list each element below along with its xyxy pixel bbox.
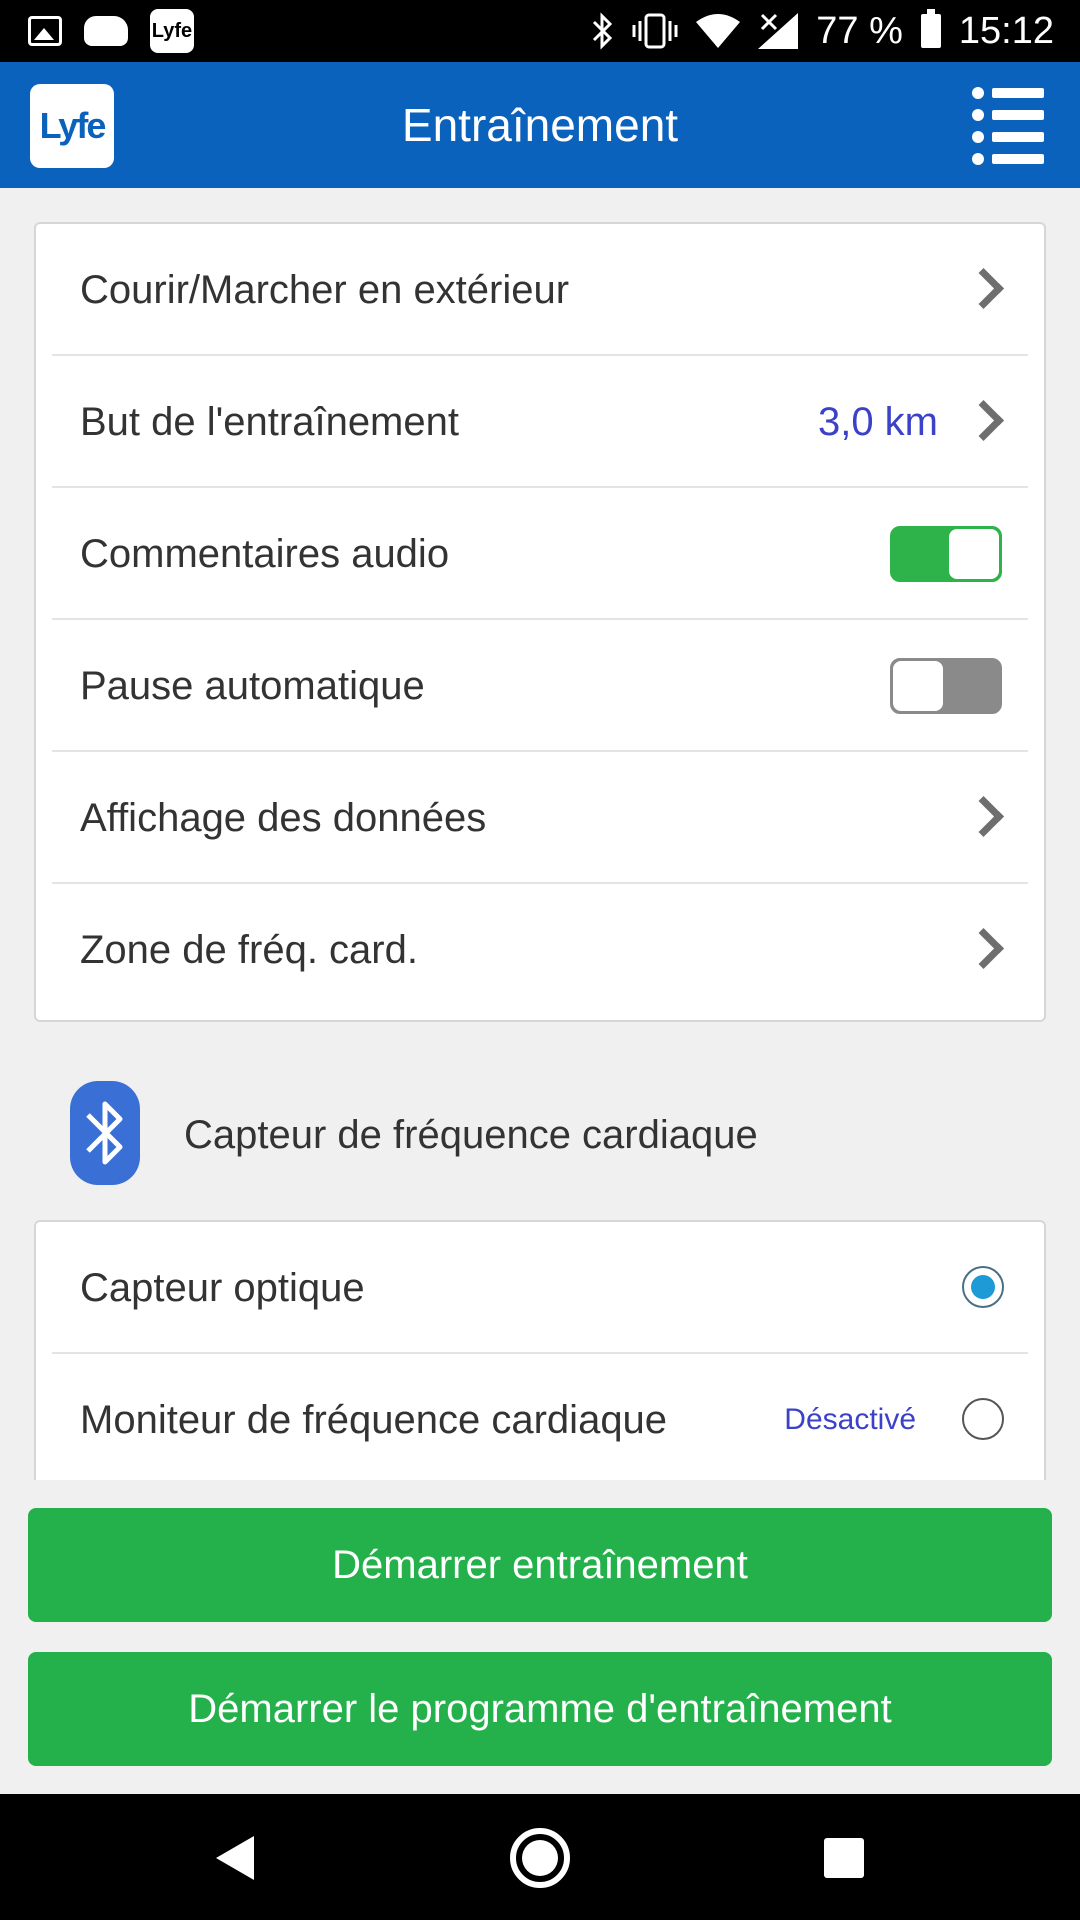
menu-button[interactable] xyxy=(972,86,1044,165)
chevron-right-icon xyxy=(962,399,1005,442)
hr-sensor-section-header: Capteur de fréquence cardiaque xyxy=(0,1075,1080,1185)
setting-data-display[interactable]: Affichage des données xyxy=(52,752,1028,884)
bluetooth-icon xyxy=(70,1081,140,1185)
workout-settings-card: Courir/Marcher en extérieur But de l'ent… xyxy=(34,222,1046,1022)
battery-percent: 77 % xyxy=(816,9,903,52)
clock: 15:12 xyxy=(958,9,1054,52)
vibrate-icon xyxy=(632,13,678,49)
setting-activity-type[interactable]: Courir/Marcher en extérieur xyxy=(52,224,1028,356)
home-icon[interactable] xyxy=(510,1828,570,1888)
menu-icon-line xyxy=(972,109,1044,121)
setting-label: Courir/Marcher en extérieur xyxy=(80,268,570,312)
bluetooth-status-icon xyxy=(593,12,613,50)
chevron-right-icon xyxy=(962,927,1005,970)
page-title: Entraînement xyxy=(401,99,679,151)
setting-workout-goal[interactable]: But de l'entraînement 3,0 km xyxy=(52,356,1028,488)
section-title: Capteur de fréquence cardiaque xyxy=(184,1113,758,1157)
notification-icons: Lyfe xyxy=(28,9,194,53)
wifi-icon xyxy=(696,14,741,48)
cell-signal-icon xyxy=(758,13,799,49)
cloud-notification-icon xyxy=(84,16,128,46)
setting-label: Pause automatique xyxy=(80,664,425,708)
audio-feedback-toggle[interactable] xyxy=(890,526,1002,582)
option-label: Moniteur de fréquence cardiaque xyxy=(80,1398,668,1442)
sensor-option-optical[interactable]: Capteur optique xyxy=(52,1222,1028,1354)
chevron-right-icon xyxy=(962,267,1005,310)
start-workout-button[interactable]: Démarrer entraînement xyxy=(28,1508,1052,1622)
system-status: 77 % 15:12 xyxy=(592,8,1054,54)
chevron-right-icon xyxy=(962,795,1005,838)
image-notification-icon xyxy=(28,16,62,46)
setting-auto-pause: Pause automatique xyxy=(52,620,1028,752)
app-header: Lyfe Entraînement xyxy=(0,62,1080,188)
optical-sensor-radio[interactable] xyxy=(962,1266,1004,1308)
menu-icon-line xyxy=(972,131,1044,143)
goal-value: 3,0 km xyxy=(817,400,938,444)
menu-icon-line xyxy=(972,87,1044,99)
hr-sensor-card: Capteur optique Moniteur de fréquence ca… xyxy=(34,1220,1046,1480)
start-program-button[interactable]: Démarrer le programme d'entraînement xyxy=(28,1652,1052,1766)
sensor-option-monitor[interactable]: Moniteur de fréquence cardiaque Désactiv… xyxy=(52,1354,1028,1480)
hr-monitor-radio[interactable] xyxy=(962,1398,1004,1440)
setting-label: Affichage des données xyxy=(80,796,487,840)
setting-label: Zone de fréq. card. xyxy=(80,928,418,972)
setting-label: But de l'entraînement xyxy=(80,400,459,444)
setting-label: Commentaires audio xyxy=(80,532,450,576)
status-bar: Lyfe 77 % 15:12 xyxy=(0,0,1080,62)
system-nav-bar xyxy=(0,1794,1080,1920)
battery-icon xyxy=(920,9,941,48)
back-icon[interactable] xyxy=(216,1836,254,1880)
recent-apps-icon[interactable] xyxy=(824,1838,864,1878)
setting-audio-feedback: Commentaires audio xyxy=(52,488,1028,620)
app-notification-icon: Lyfe xyxy=(150,9,194,53)
menu-icon-line xyxy=(972,153,1044,165)
monitor-status: Désactivé xyxy=(784,1403,916,1436)
setting-hr-zone[interactable]: Zone de fréq. card. xyxy=(52,884,1028,1016)
auto-pause-toggle[interactable] xyxy=(890,658,1002,714)
option-label: Capteur optique xyxy=(80,1266,365,1310)
